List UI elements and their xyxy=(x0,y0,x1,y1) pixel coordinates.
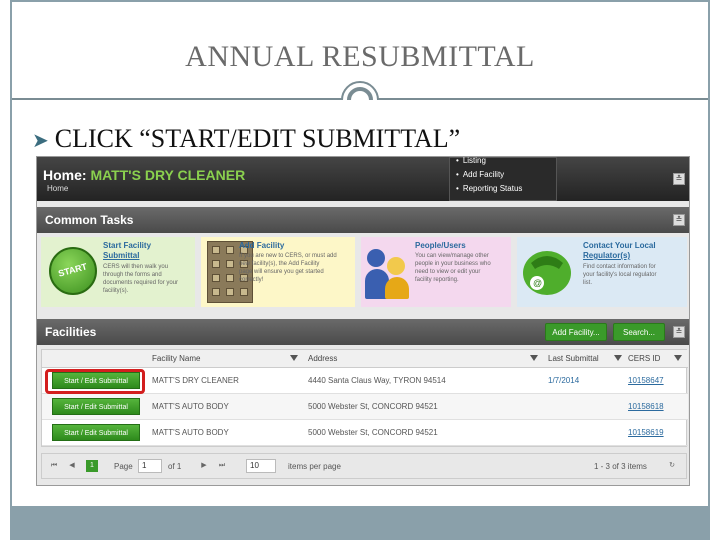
add-facility-button[interactable]: Add Facility... xyxy=(545,323,607,341)
task-card-people[interactable]: People/Users You can view/manage other p… xyxy=(361,237,511,307)
card-title: Contact Your Local xyxy=(583,241,656,250)
start-edit-submittal-button[interactable]: Start / Edit Submittal xyxy=(52,398,140,415)
facility-name-cell: MATT'S DRY CLEANER xyxy=(152,376,239,385)
breadcrumb[interactable]: Home xyxy=(47,184,68,193)
collapse-icon[interactable]: ≛ xyxy=(673,214,685,226)
facility-name-title: MATT'S DRY CLEANER xyxy=(90,167,246,183)
slide: ANNUAL RESUBMITTAL ➤ CLICK “START/EDIT SU… xyxy=(0,0,720,540)
facilities-header: Facilities Add Facility... Search... ≛ xyxy=(37,319,689,345)
items-per-page-label: items per page xyxy=(288,462,341,471)
home-header: Home: MATT'S DRY CLEANER Home Listing Ad… xyxy=(37,157,689,201)
start-button-icon[interactable]: START xyxy=(49,247,97,295)
table-row: Start / Edit Submittal MATT'S DRY CLEANE… xyxy=(42,368,688,394)
card-text: Find contact information for your facili… xyxy=(583,264,657,286)
home-title: Home: MATT'S DRY CLEANER xyxy=(43,167,246,183)
page-range-label: 1 - 3 of 3 items xyxy=(594,462,647,471)
facilities-title: Facilities xyxy=(45,325,97,339)
search-button[interactable]: Search... xyxy=(613,323,665,341)
slide-title: ANNUAL RESUBMITTAL xyxy=(185,40,535,73)
start-edit-submittal-button[interactable]: Start / Edit Submittal xyxy=(52,372,140,389)
card-text: You can view/manage other people in your… xyxy=(415,253,491,283)
filter-icon[interactable] xyxy=(614,355,622,361)
menu-item-listing[interactable]: Listing xyxy=(456,157,486,165)
bullet-item: ➤ CLICK “START/EDIT SUBMITTAL” xyxy=(32,124,460,154)
frame-right xyxy=(708,0,710,540)
last-submittal-cell[interactable]: 1/7/2014 xyxy=(548,376,579,385)
card-text: If you are new to CERS, or must add new … xyxy=(239,253,337,283)
column-header-last-submittal[interactable]: Last Submittal xyxy=(548,354,599,363)
footer-bar xyxy=(12,506,708,540)
table-row: Start / Edit Submittal MATT'S AUTO BODY … xyxy=(42,394,688,420)
column-header-facility-name[interactable]: Facility Name xyxy=(152,354,200,363)
filter-icon[interactable] xyxy=(674,355,682,361)
collapse-icon[interactable]: ≛ xyxy=(673,173,685,185)
pager: ⏮ ◀ 1 Page 1 of 1 ▶ ⏭ 10 items per page … xyxy=(41,453,687,479)
filter-icon[interactable] xyxy=(530,355,538,361)
facilities-table: Facility Name Address Last Submittal CER… xyxy=(41,349,688,447)
page-of-label: of 1 xyxy=(168,462,182,471)
table-header: Facility Name Address Last Submittal CER… xyxy=(42,350,688,368)
facility-name-cell: MATT'S AUTO BODY xyxy=(152,428,229,437)
bullet-text: CLICK “START/EDIT SUBMITTAL” xyxy=(54,124,461,153)
column-header-address[interactable]: Address xyxy=(308,354,337,363)
first-page-icon[interactable]: ⏮ xyxy=(48,460,60,472)
collapse-icon[interactable]: ≛ xyxy=(673,326,685,338)
table-row: Start / Edit Submittal MATT'S AUTO BODY … xyxy=(42,420,688,446)
menu-item-reporting-status[interactable]: Reporting Status xyxy=(456,184,523,193)
cers-id-link[interactable]: 10158647 xyxy=(628,376,664,385)
address-cell: 5000 Webster St, CONCORD 94521 xyxy=(308,428,438,437)
next-page-icon[interactable]: ▶ xyxy=(198,460,210,472)
people-icon xyxy=(365,243,415,301)
card-title-link[interactable]: Submittal xyxy=(103,251,139,261)
task-card-add-facility[interactable]: Add Facility If you are new to CERS, or … xyxy=(201,237,355,307)
svg-text:@: @ xyxy=(533,278,542,288)
cers-id-link[interactable]: 10158619 xyxy=(628,428,664,437)
arrow-bullet-icon: ➤ xyxy=(32,130,49,152)
phone-icon: @ xyxy=(523,251,571,295)
page-label: Page xyxy=(114,462,133,471)
address-cell: 4440 Santa Claus Way, TYRON 94514 xyxy=(308,376,446,385)
cers-id-link[interactable]: 10158618 xyxy=(628,402,664,411)
refresh-icon[interactable]: ↻ xyxy=(666,460,678,472)
page-size-select[interactable]: 10 xyxy=(246,459,276,473)
task-card-contact-regulator[interactable]: @ Contact Your Local Regulator(s) Find c… xyxy=(517,237,687,307)
last-page-icon[interactable]: ⏭ xyxy=(216,460,228,472)
page-number-button[interactable]: 1 xyxy=(86,460,98,472)
card-title: People/Users xyxy=(415,241,466,250)
card-title-link[interactable]: Regulator(s) xyxy=(583,251,630,261)
common-tasks-header: Common Tasks ≛ xyxy=(37,207,689,233)
app-screenshot: Home: MATT'S DRY CLEANER Home Listing Ad… xyxy=(36,156,690,486)
card-text: CERS will then walk you through the form… xyxy=(103,264,179,294)
facility-name-cell: MATT'S AUTO BODY xyxy=(152,402,229,411)
menu-item-add-facility[interactable]: Add Facility xyxy=(456,170,504,179)
task-card-start[interactable]: START Start Facility Submittal CERS will… xyxy=(41,237,195,307)
filter-icon[interactable] xyxy=(290,355,298,361)
dropdown-menu: Listing Add Facility Reporting Status xyxy=(449,157,557,201)
common-tasks-title: Common Tasks xyxy=(45,213,134,227)
prev-page-icon[interactable]: ◀ xyxy=(66,460,78,472)
start-edit-submittal-button[interactable]: Start / Edit Submittal xyxy=(52,424,140,441)
card-title: Start Facility xyxy=(103,241,152,250)
column-header-cers-id[interactable]: CERS ID xyxy=(628,354,660,363)
card-title: Add Facility xyxy=(239,241,285,250)
page-input[interactable]: 1 xyxy=(138,459,162,473)
address-cell: 5000 Webster St, CONCORD 94521 xyxy=(308,402,438,411)
task-cards: START Start Facility Submittal CERS will… xyxy=(41,237,687,307)
